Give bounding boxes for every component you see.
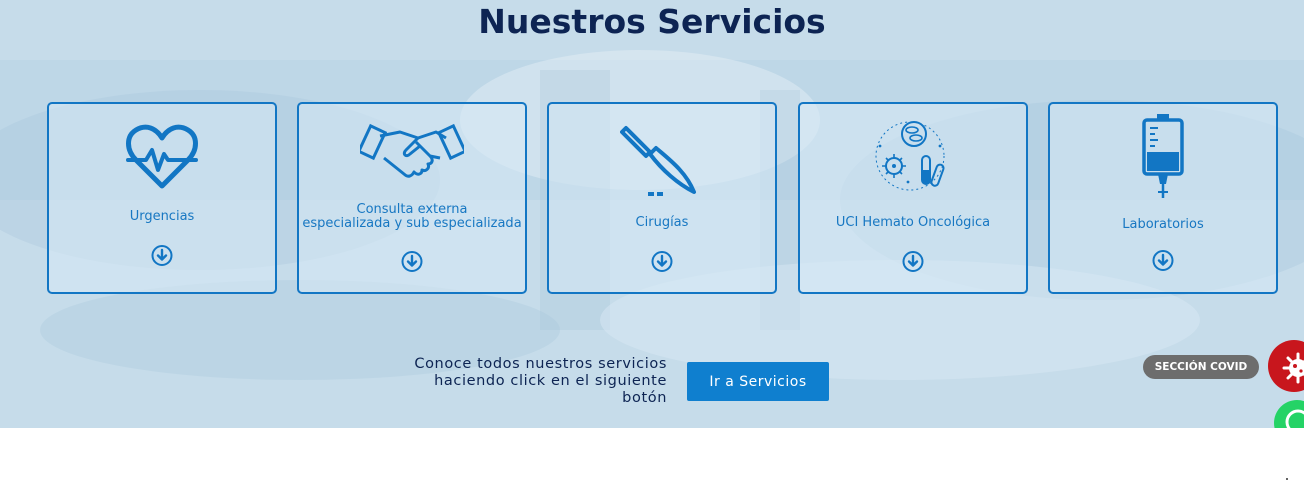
cta-text-line: haciendo click en el siguiente <box>434 373 667 389</box>
handshake-icon <box>360 123 464 178</box>
service-label: Urgencias <box>129 209 195 224</box>
arrow-down-circle-icon[interactable] <box>1152 249 1175 272</box>
covid-section-button[interactable]: SECCIÓN COVID <box>1143 355 1259 379</box>
arrow-down-circle-icon[interactable] <box>151 244 174 267</box>
services-section: Nuestros Servicios Urgencias Consulta ex… <box>0 0 1304 428</box>
cta-text: Conoce todos nuestros servicios haciendo… <box>400 356 667 407</box>
heartbeat-icon <box>126 124 198 189</box>
page-dot <box>1286 478 1288 480</box>
service-label: UCI Hemato Oncológica <box>835 215 991 230</box>
cta-text-line: Conoce todos nuestros servicios <box>414 356 667 372</box>
service-label-line-2: especializada y sub especializada <box>302 216 522 231</box>
service-label: Laboratorios <box>1122 217 1204 232</box>
service-card-consulta-externa[interactable]: Consulta externa especializada y sub esp… <box>297 102 527 294</box>
virus-icon[interactable] <box>1268 340 1304 392</box>
blood-cells-icon <box>875 121 945 191</box>
go-to-services-button[interactable]: Ir a Servicios <box>687 362 829 401</box>
service-card-cirugias[interactable]: Cirugías <box>547 102 777 294</box>
whatsapp-icon[interactable] <box>1274 400 1304 428</box>
cta-text-line: botón <box>622 390 667 406</box>
section-title: Nuestros Servicios <box>478 2 826 41</box>
arrow-down-circle-icon[interactable] <box>401 250 424 273</box>
service-card-uci-hemato-oncologica[interactable]: UCI Hemato Oncológica <box>798 102 1028 294</box>
iv-bag-icon <box>1142 114 1184 198</box>
arrow-down-circle-icon[interactable] <box>902 250 925 273</box>
service-label-line-1: Consulta externa <box>356 202 468 217</box>
service-card-laboratorios[interactable]: Laboratorios <box>1048 102 1278 294</box>
arrow-down-circle-icon[interactable] <box>651 250 674 273</box>
service-label: Cirugías <box>635 215 689 230</box>
service-card-urgencias[interactable]: Urgencias <box>47 102 277 294</box>
scalpel-icon <box>620 126 696 196</box>
